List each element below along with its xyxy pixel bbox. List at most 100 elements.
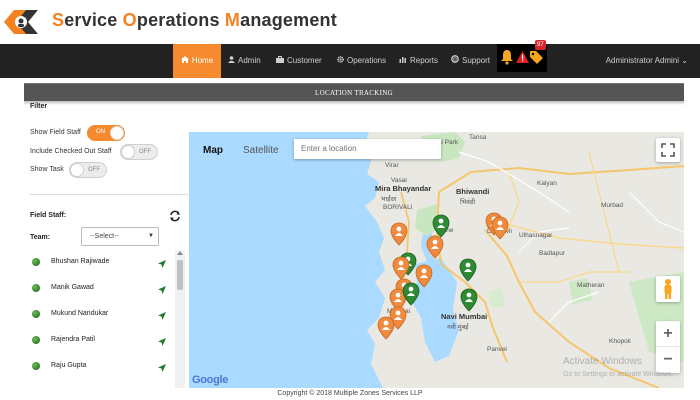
zoom-out-button[interactable]: − [656, 347, 680, 373]
nav-support[interactable]: Support [451, 44, 490, 78]
title-ervice: ervice [64, 10, 123, 30]
status-dot-icon [32, 258, 40, 266]
field-staff-label: Field Staff: [30, 212, 67, 219]
staff-item[interactable]: Mukund Nandukar [24, 302, 174, 328]
show-field-staff-toggle[interactable]: ON [87, 125, 125, 141]
left-panel: Filter Show Field Staff ON Include Check… [24, 100, 189, 390]
gear-icon [337, 44, 344, 78]
fullscreen-button[interactable] [656, 138, 680, 162]
scroll-thumb[interactable] [177, 260, 183, 290]
map-label-badlapur: Badlapur [539, 250, 566, 257]
map-type-satellite-button[interactable]: Satellite [235, 138, 287, 164]
show-task-label: Show Task [30, 166, 64, 173]
toggle-knob [121, 145, 135, 159]
team-select[interactable]: --Select-- ▼ [81, 227, 159, 246]
staff-list-scrollbar[interactable] [175, 250, 185, 390]
staff-name: Bhushan Rajiwade [51, 258, 110, 265]
staff-item[interactable]: Bhushan Rajiwade [24, 250, 174, 276]
map-label-bhiwandi: Bhiwandi [456, 187, 490, 196]
navigate-icon[interactable] [157, 282, 167, 300]
nav-reports[interactable]: Reports [399, 44, 438, 78]
nav-operations-label: Operations [347, 56, 387, 65]
navigate-icon[interactable] [157, 256, 167, 274]
staff-pin-green[interactable] [459, 258, 477, 282]
toggle-knob [110, 126, 124, 140]
warning-icon[interactable] [516, 50, 529, 68]
bell-icon[interactable] [500, 49, 514, 70]
filter-label: Filter [30, 103, 48, 110]
map-label-mira-mr: भाईंदर [381, 196, 397, 203]
staff-pin-green[interactable] [460, 288, 478, 312]
staff-pin-orange[interactable] [390, 222, 408, 246]
map-label-murbad: Murbad [601, 202, 624, 209]
app-root: Service Operations Management Home Admin… [0, 0, 700, 400]
refresh-icon[interactable] [169, 209, 181, 227]
map-canvas [189, 132, 684, 388]
toggle-on-text: ON [96, 129, 105, 135]
status-dot-icon [32, 362, 40, 370]
navigate-icon[interactable] [157, 360, 167, 378]
map-label-ulhasnagar: Ulhasnagar [519, 232, 553, 239]
nav-operations[interactable]: Operations [337, 44, 386, 78]
staff-pin-orange[interactable] [377, 316, 395, 340]
staff-item[interactable]: Raju Gupta [24, 354, 174, 380]
user-menu-label: Administrator Admini [605, 56, 680, 65]
staff-pin-green[interactable] [402, 282, 420, 306]
map-label-matheran: Matheran [577, 282, 605, 289]
tag-icon[interactable] [530, 50, 544, 70]
zoom-control: + − [656, 321, 680, 373]
show-field-staff-label: Show Field Staff [30, 129, 81, 136]
include-checked-out-toggle[interactable]: OFF [120, 144, 158, 160]
title-s: S [52, 10, 65, 30]
footer-copyright: Copyright © 2018 Multiple Zones Services… [0, 388, 700, 400]
pegman-icon [664, 279, 672, 299]
staff-item[interactable]: Rajendra Patil [24, 328, 174, 354]
map-label-panvel: Panvel [487, 346, 507, 353]
navbar: Home Admin Customer Operations Reports S [0, 44, 700, 78]
alerts-area: 97 [497, 40, 547, 72]
map[interactable]: National Park Tansa Virar Bhiwandi भिवंड… [189, 132, 684, 388]
map-label-bhiwandi-mr: भिवंडी [460, 199, 476, 206]
nav-reports-label: Reports [410, 56, 439, 65]
title-o: O [122, 10, 137, 30]
navigate-icon[interactable] [157, 334, 167, 352]
app-title: Service Operations Management [52, 10, 337, 31]
toggle-off-text: OFF [88, 167, 100, 173]
staff-pin-orange[interactable] [491, 216, 509, 240]
status-dot-icon [32, 336, 40, 344]
scroll-up-arrow[interactable] [177, 251, 183, 255]
street-view-pegman[interactable] [656, 276, 680, 302]
nav-home[interactable]: Home [173, 44, 221, 78]
staff-pin-orange[interactable] [426, 235, 444, 259]
zoom-in-button[interactable]: + [656, 321, 680, 347]
nav-admin-label: Admin [238, 56, 261, 65]
status-dot-icon [32, 310, 40, 318]
chevron-down-icon: ⌄ [681, 56, 688, 65]
map-type-map-button[interactable]: Map [195, 138, 235, 164]
home-icon [180, 44, 189, 78]
logo[interactable] [0, 4, 42, 40]
alert-count-badge: 97 [535, 40, 546, 50]
staff-name: Mukund Nandukar [51, 310, 109, 317]
nav-support-label: Support [462, 56, 491, 65]
nav-admin[interactable]: Admin [228, 44, 261, 78]
location-search-input[interactable] [294, 139, 441, 159]
toggle-knob [70, 163, 84, 177]
user-menu[interactable]: Administrator Admini ⌄ [606, 44, 688, 78]
map-label-kalyan: Kalyan [537, 180, 557, 187]
windows-watermark-sub: Go to Settings to activate Windows. [563, 371, 674, 378]
staff-list: Bhushan Rajiwade Manik Gawad Mukund Nand… [24, 250, 186, 390]
show-task-toggle[interactable]: OFF [69, 162, 107, 178]
nav-home-label: Home [191, 56, 214, 65]
title-anagement: anagement [240, 10, 337, 30]
map-label-navi-mumbai-mr: नवी मुंबई [447, 324, 469, 331]
nav-customer-label: Customer [287, 56, 322, 65]
navigate-icon[interactable] [157, 308, 167, 326]
include-checked-out-label: Include Checked Out Staff [30, 148, 112, 155]
map-label-vasai: Vasai [391, 177, 407, 184]
team-label: Team: [30, 234, 51, 241]
nav-customer[interactable]: Customer [276, 44, 322, 78]
map-label-mira-bhayandar: Mira Bhayandar [375, 184, 432, 193]
staff-item[interactable]: Manik Gawad [24, 276, 174, 302]
staff-pin-orange[interactable] [392, 256, 410, 280]
